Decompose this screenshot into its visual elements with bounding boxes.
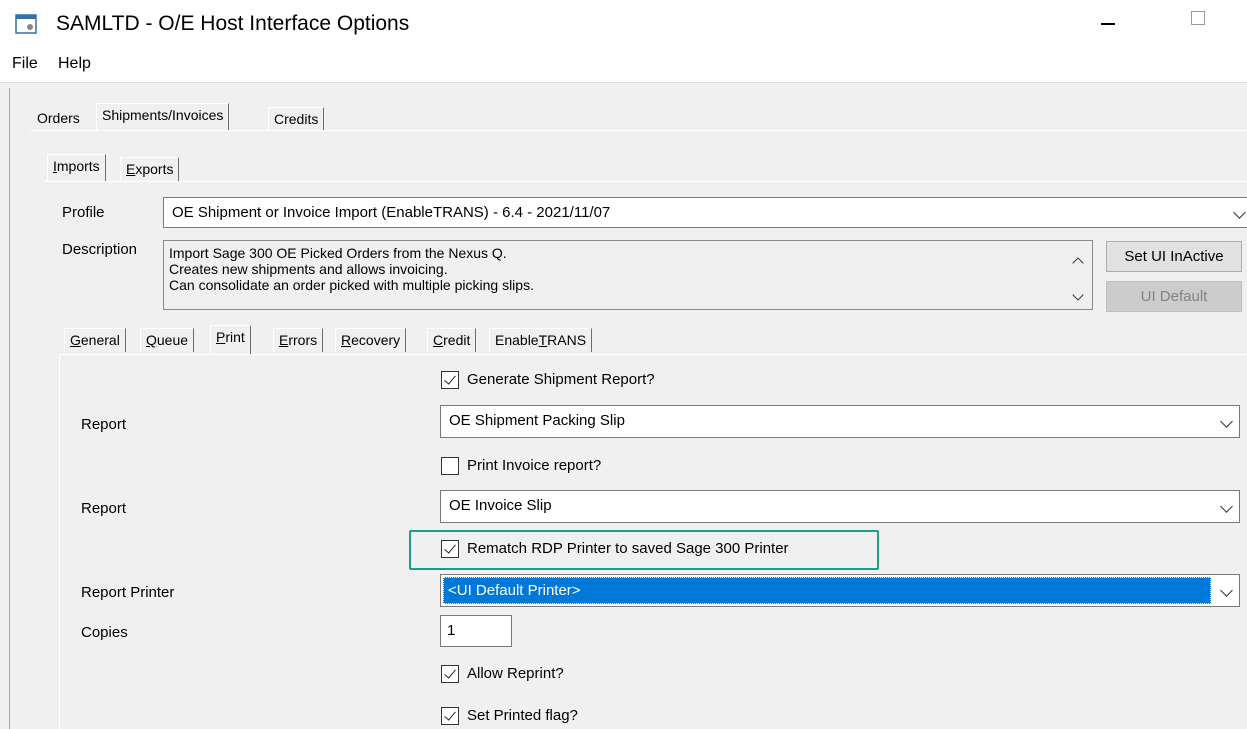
allow-reprint-checkbox[interactable]: Allow Reprint? [441, 664, 741, 686]
tab-credit[interactable]: Credit [427, 328, 477, 352]
checkbox-icon [441, 707, 459, 725]
description-textarea[interactable]: Import Sage 300 OE Picked Orders from th… [163, 240, 1093, 310]
profile-value: OE Shipment or Invoice Import (EnableTRA… [172, 204, 611, 221]
checkbox-icon [441, 665, 459, 683]
report2-value: OE Invoice Slip [449, 497, 552, 514]
report-printer-label: Report Printer [81, 584, 175, 601]
tab-enabletrans[interactable]: EnableTRANS [489, 328, 593, 352]
report1-value: OE Shipment Packing Slip [449, 412, 625, 429]
rematch-rdp-printer-checkbox[interactable]: Rematch RDP Printer to saved Sage 300 Pr… [441, 539, 861, 561]
tab-credits[interactable]: Credits [268, 107, 325, 131]
menu-file[interactable]: File [12, 55, 38, 73]
generate-shipment-report-checkbox[interactable]: Generate Shipment Report? [441, 370, 741, 392]
minimize-button[interactable] [1088, 8, 1134, 40]
copies-input[interactable]: 1 [440, 615, 512, 647]
copies-label: Copies [81, 624, 128, 641]
chevron-down-icon [1220, 500, 1233, 513]
client-border [9, 88, 10, 729]
ui-default-button[interactable]: UI Default [1106, 281, 1242, 312]
report-printer-select[interactable]: <UI Default Printer> [440, 574, 1240, 607]
checkbox-icon [441, 540, 459, 558]
tab-imports[interactable]: Imports [47, 154, 106, 181]
profile-select[interactable]: OE Shipment or Invoice Import (EnableTRA… [163, 197, 1247, 228]
tab-general[interactable]: General [64, 328, 126, 352]
print-panel-left-edge [59, 354, 60, 729]
description-label: Description [62, 241, 138, 258]
description-line: Creates new shipments and allows invoici… [169, 261, 448, 277]
report2-select[interactable]: OE Invoice Slip [440, 490, 1240, 523]
tab-print[interactable]: Print [210, 325, 251, 354]
app-window-icon [15, 14, 37, 34]
menu-help[interactable]: Help [58, 55, 91, 73]
report1-label: Report [81, 416, 127, 433]
checkbox-icon [441, 457, 459, 475]
tab-shipments-invoices[interactable]: Shipments/Invoices [96, 103, 230, 130]
report-printer-value: <UI Default Printer> [443, 577, 1211, 604]
tab-exports[interactable]: Exports [120, 157, 180, 181]
print-invoice-report-checkbox[interactable]: Print Invoice report? [441, 456, 741, 478]
tab-errors[interactable]: Errors [273, 328, 324, 352]
set-printed-flag-checkbox[interactable]: Set Printed flag? [441, 706, 741, 728]
report2-label: Report [81, 500, 127, 517]
print-panel-edge [59, 354, 1247, 355]
window-title: SAMLTD - O/E Host Interface Options [56, 12, 410, 35]
description-line: Import Sage 300 OE Picked Orders from th… [169, 245, 507, 261]
tab-queue[interactable]: Queue [140, 328, 195, 352]
subtab-panel-edge [44, 181, 1247, 182]
profile-label: Profile [62, 204, 105, 221]
set-ui-inactive-button[interactable]: Set UI InActive [1106, 241, 1242, 272]
tab-recovery[interactable]: Recovery [335, 328, 407, 352]
chevron-down-icon [1220, 415, 1233, 428]
tab-panel-edge [30, 130, 1247, 131]
checkbox-icon [441, 371, 459, 389]
report1-select[interactable]: OE Shipment Packing Slip [440, 405, 1240, 438]
chevron-down-icon [1220, 584, 1233, 597]
tab-orders[interactable]: Orders [37, 107, 80, 131]
description-line: Can consolidate an order picked with mul… [169, 277, 534, 293]
chevron-down-icon [1233, 206, 1246, 219]
maximize-button[interactable] [1180, 8, 1226, 40]
